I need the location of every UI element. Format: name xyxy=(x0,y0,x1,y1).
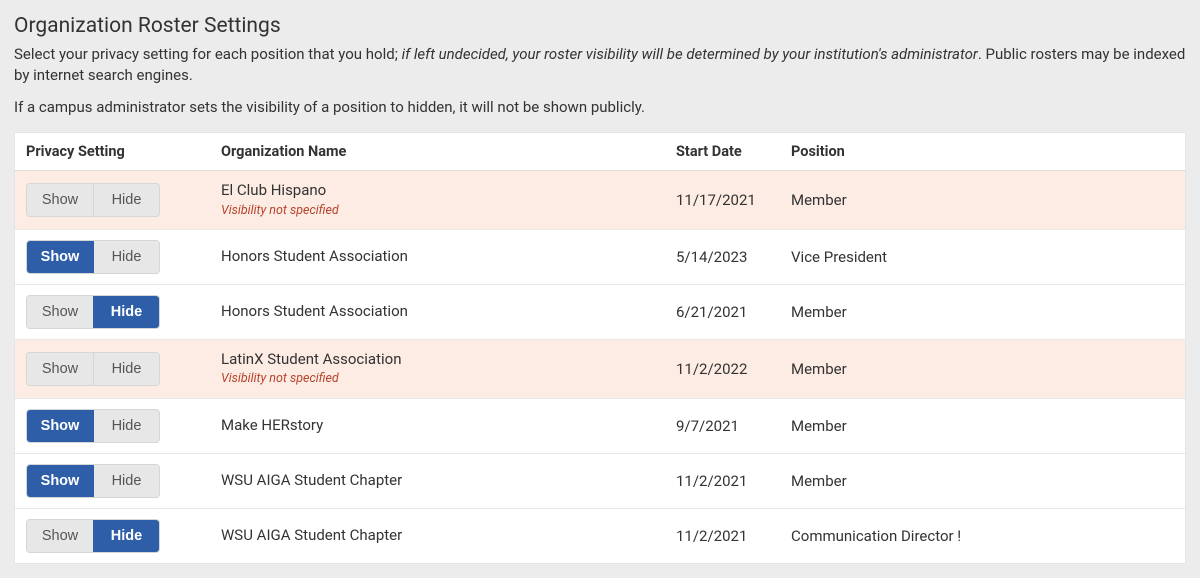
org-name: El Club Hispano xyxy=(221,181,654,201)
position-cell: Member xyxy=(780,398,1185,453)
start-date-cell: 5/14/2023 xyxy=(665,229,780,284)
org-name: Honors Student Association xyxy=(221,247,654,267)
show-button[interactable]: Show xyxy=(27,465,93,497)
org-name: WSU AIGA Student Chapter xyxy=(221,526,654,546)
table-row: ShowHide El Club Hispano Visibility not sp… xyxy=(15,171,1185,230)
org-cell: Make HERstory xyxy=(210,398,665,453)
position-cell: Member xyxy=(780,171,1185,230)
hide-button[interactable]: Hide xyxy=(93,353,159,385)
hide-button[interactable]: Hide xyxy=(93,184,159,216)
show-button[interactable]: Show xyxy=(27,296,93,328)
privacy-toggle: ShowHide xyxy=(26,240,160,274)
privacy-cell: ShowHide xyxy=(15,229,210,284)
privacy-toggle: ShowHide xyxy=(26,352,160,386)
privacy-cell: ShowHide xyxy=(15,453,210,508)
intro-lead: Select your privacy setting for each pos… xyxy=(14,45,402,63)
privacy-cell: ShowHide xyxy=(15,284,210,339)
position-cell: Communication Director ! xyxy=(780,508,1185,563)
table-header-row: Privacy Setting Organization Name Start … xyxy=(15,133,1185,171)
start-date-cell: 11/2/2021 xyxy=(665,508,780,563)
position-cell: Member xyxy=(780,284,1185,339)
roster-table: Privacy Setting Organization Name Start … xyxy=(15,133,1185,563)
col-header-position: Position xyxy=(780,133,1185,171)
table-row: ShowHide Honors Student Association 5/14/2… xyxy=(15,229,1185,284)
privacy-cell: ShowHide xyxy=(15,171,210,230)
table-row: ShowHide WSU AIGA Student Chapter 11/2/202… xyxy=(15,508,1185,563)
table-row: ShowHide Make HERstory 9/7/2021Member xyxy=(15,398,1185,453)
privacy-toggle: ShowHide xyxy=(26,183,160,217)
col-header-org: Organization Name xyxy=(210,133,665,171)
show-button[interactable]: Show xyxy=(27,184,93,216)
table-row: ShowHide WSU AIGA Student Chapter 11/2/202… xyxy=(15,453,1185,508)
start-date-cell: 11/2/2022 xyxy=(665,339,780,398)
start-date-cell: 9/7/2021 xyxy=(665,398,780,453)
start-date-cell: 11/2/2021 xyxy=(665,453,780,508)
privacy-cell: ShowHide xyxy=(15,339,210,398)
org-cell: LatinX Student AssociationVisibility not… xyxy=(210,339,665,398)
page-title: Organization Roster Settings xyxy=(14,14,1186,38)
hide-button[interactable]: Hide xyxy=(93,410,159,442)
org-cell: Honors Student Association xyxy=(210,229,665,284)
roster-table-container: Privacy Setting Organization Name Start … xyxy=(14,132,1186,564)
org-cell: WSU AIGA Student Chapter xyxy=(210,453,665,508)
org-name: Make HERstory xyxy=(221,416,654,436)
org-cell: WSU AIGA Student Chapter xyxy=(210,508,665,563)
start-date-cell: 11/17/2021 xyxy=(665,171,780,230)
intro-italic: if left undecided, your roster visibilit… xyxy=(402,45,978,63)
col-header-privacy: Privacy Setting xyxy=(15,133,210,171)
hide-button[interactable]: Hide xyxy=(93,520,159,552)
org-cell: El Club Hispano Visibility not specified xyxy=(210,171,665,230)
org-name: WSU AIGA Student Chapter xyxy=(221,471,654,491)
col-header-start: Start Date xyxy=(665,133,780,171)
visibility-note: Visibility not specified xyxy=(221,203,654,219)
position-cell: Member xyxy=(780,453,1185,508)
privacy-toggle: ShowHide xyxy=(26,519,160,553)
visibility-note: Visibility not specified xyxy=(221,371,654,387)
hide-button[interactable]: Hide xyxy=(93,465,159,497)
privacy-toggle: ShowHide xyxy=(26,295,160,329)
org-cell: Honors Student Association xyxy=(210,284,665,339)
org-name: Honors Student Association xyxy=(221,302,654,322)
table-row: ShowHide Honors Student Association 6/21/2… xyxy=(15,284,1185,339)
intro-text: Select your privacy setting for each pos… xyxy=(14,44,1186,86)
hide-button[interactable]: Hide xyxy=(93,296,159,328)
show-button[interactable]: Show xyxy=(27,520,93,552)
privacy-toggle: ShowHide xyxy=(26,409,160,443)
admin-note: If a campus administrator sets the visib… xyxy=(14,98,1186,116)
hide-button[interactable]: Hide xyxy=(93,241,159,273)
position-cell: Member xyxy=(780,339,1185,398)
privacy-cell: ShowHide xyxy=(15,398,210,453)
start-date-cell: 6/21/2021 xyxy=(665,284,780,339)
show-button[interactable]: Show xyxy=(27,241,93,273)
show-button[interactable]: Show xyxy=(27,410,93,442)
position-cell: Vice President xyxy=(780,229,1185,284)
org-name: LatinX Student Association xyxy=(221,350,654,370)
show-button[interactable]: Show xyxy=(27,353,93,385)
table-row: ShowHide LatinX Student AssociationVisibi… xyxy=(15,339,1185,398)
privacy-toggle: ShowHide xyxy=(26,464,160,498)
privacy-cell: ShowHide xyxy=(15,508,210,563)
